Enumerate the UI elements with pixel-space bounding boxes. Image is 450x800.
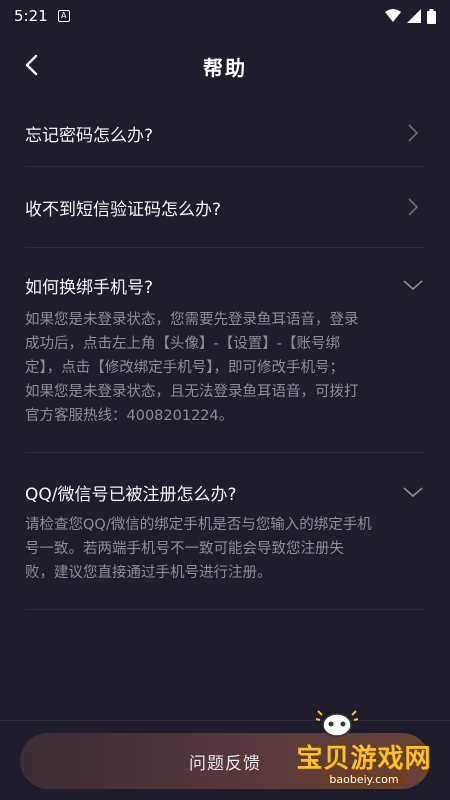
faq-item-forgot-password: 忘记密码怎么办? bbox=[25, 100, 425, 167]
faq-question-row[interactable]: 如何换绑手机号? bbox=[25, 272, 425, 298]
gamepad-logo-icon bbox=[315, 710, 359, 737]
faq-answer-line: 如果您是未登录状态，且无法登录鱼耳语音，可拨打 bbox=[25, 384, 359, 400]
faq-answer-line: 成功后，点击左上角【头像】-【设置】-【账号绑 bbox=[25, 336, 340, 352]
faq-question-row[interactable]: 收不到短信验证码怎么办? bbox=[25, 167, 425, 247]
faq-question: 如何换绑手机号? bbox=[25, 277, 154, 298]
chevron-left-icon bbox=[25, 54, 38, 76]
faq-item-rebind-phone: 如何换绑手机号? 如果您是未登录状态，您需要先登录鱼耳语音，登录 成功后，点击左… bbox=[25, 248, 425, 453]
back-button[interactable] bbox=[16, 50, 46, 80]
faq-answer-line: 请检查您QQ/微信的绑定手机是否与您输入的绑定手机 bbox=[25, 517, 372, 533]
faq-answer-line: 官方客服热线：4008201224。 bbox=[25, 408, 234, 424]
chevron-down-icon bbox=[401, 480, 425, 504]
watermark-url: baobeiy.com bbox=[323, 773, 405, 786]
notification-a-icon: A bbox=[57, 10, 70, 22]
faq-answer-line: 如果您是未登录状态，您需要先登录鱼耳语音，登录 bbox=[25, 312, 359, 328]
faq-question-row[interactable]: 忘记密码怎么办? bbox=[25, 100, 425, 166]
faq-answer: 请检查您QQ/微信的绑定手机是否与您输入的绑定手机 号一致。若两端手机号不一致可… bbox=[25, 513, 425, 585]
faq-answer: 如果您是未登录状态，您需要先登录鱼耳语音，登录 成功后，点击左上角【头像】-【设… bbox=[25, 308, 425, 428]
faq-item-qq-wechat-registered: QQ/微信号已被注册怎么办? 请检查您QQ/微信的绑定手机是否与您输入的绑定手机… bbox=[25, 453, 425, 610]
faq-list: 忘记密码怎么办? 收不到短信验证码怎么办? 如何换绑手机号? 如果您是未登录状态… bbox=[0, 100, 450, 610]
faq-question: 收不到短信验证码怎么办? bbox=[25, 199, 222, 220]
status-time: 5:21 bbox=[14, 7, 48, 25]
chevron-down-icon bbox=[401, 273, 425, 297]
faq-item-no-sms-code: 收不到短信验证码怎么办? bbox=[25, 167, 425, 248]
faq-answer-line: 败，建议您直接通过手机号进行注册。 bbox=[25, 565, 272, 581]
faq-answer-line: 定】，点击【修改绑定手机号】，即可修改手机号； bbox=[25, 360, 344, 376]
watermark-text: 宝贝游戏网 bbox=[296, 744, 432, 774]
chevron-right-icon bbox=[401, 195, 425, 219]
faq-question-row[interactable]: QQ/微信号已被注册怎么办? bbox=[25, 479, 425, 505]
faq-question: QQ/微信号已被注册怎么办? bbox=[25, 484, 237, 505]
watermark: 宝贝游戏网 baobeiy.com bbox=[294, 710, 434, 793]
signal-icon bbox=[407, 9, 421, 23]
footer: 问题反馈 宝贝游戏网 baobeiy.com bbox=[0, 710, 450, 800]
status-icons bbox=[385, 8, 436, 24]
chevron-right-icon bbox=[401, 121, 425, 145]
faq-question: 忘记密码怎么办? bbox=[25, 125, 154, 146]
status-bar: 5:21 A bbox=[0, 0, 450, 32]
header: 帮助 bbox=[0, 32, 450, 100]
battery-icon bbox=[427, 8, 436, 24]
page-title: 帮助 bbox=[203, 55, 247, 80]
faq-answer-line: 号一致。若两端手机号不一致可能会导致您注册失 bbox=[25, 541, 344, 557]
wifi-icon bbox=[385, 9, 401, 22]
